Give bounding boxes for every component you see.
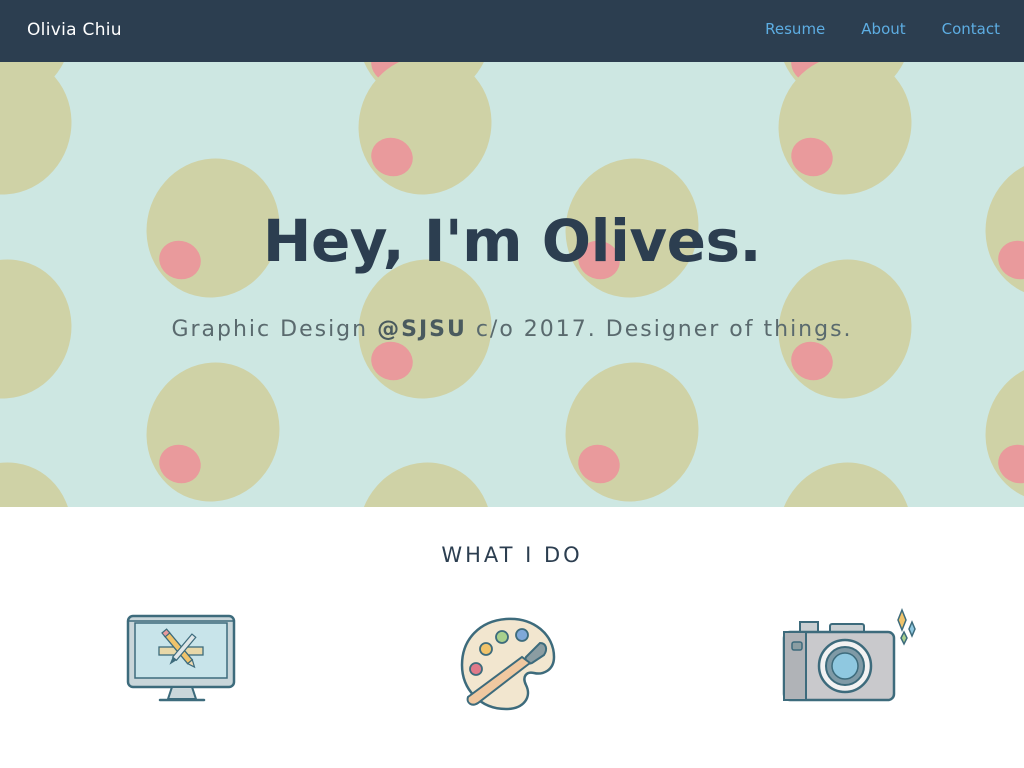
what-i-do-title: WHAT I DO (441, 543, 583, 567)
paint-palette-icon (460, 617, 556, 711)
hero-banner: Hey, I'm Olives. Graphic Design @SJSU c/… (0, 62, 1024, 507)
subtitle-text-post: c/o 2017. Designer of things. (466, 317, 853, 342)
nav-link-contact[interactable]: Contact (942, 20, 1000, 38)
subtitle-handle: @SJSU (377, 317, 467, 342)
nav-link-about[interactable]: About (861, 20, 905, 38)
top-navbar: Olivia Chiu Resume About Contact (0, 0, 1024, 62)
olive-pattern-background (0, 62, 1024, 507)
nav-link-resume[interactable]: Resume (765, 20, 825, 38)
hero-subtitle: Graphic Design @SJSU c/o 2017. Designer … (0, 317, 1024, 342)
camera-icon (782, 608, 916, 702)
nav-links: Resume About Contact (765, 20, 1000, 38)
brand-link[interactable]: Olivia Chiu (27, 20, 122, 40)
monitor-design-icon (126, 614, 236, 702)
hero-title: Hey, I'm Olives. (262, 207, 762, 275)
subtitle-text-pre: Graphic Design (171, 317, 378, 342)
